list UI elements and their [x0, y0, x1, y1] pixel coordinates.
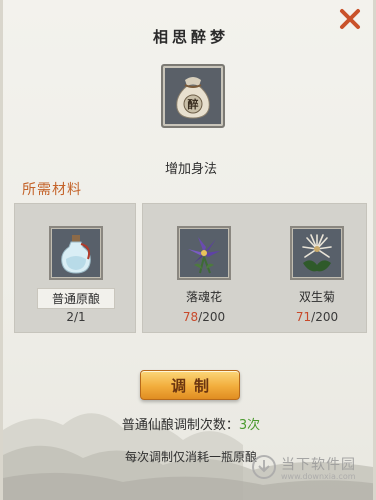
material-count-shuangshengju: 71/200 — [295, 310, 339, 324]
herb-materials-panel: 落魂花 78/200 双生菊 71/200 — [142, 203, 367, 333]
craft-count: 普通仙酿调制次数：3次 — [3, 414, 373, 433]
item-effect: 增加身法 — [164, 162, 217, 177]
dialog-title: 相思醉梦 — [152, 28, 229, 46]
item-glyph: 醉 — [188, 97, 199, 111]
spirit-flask-icon — [52, 229, 100, 277]
material-count-luohunhua: 78/200 — [182, 310, 226, 324]
result-item-slot[interactable]: 醉 — [161, 64, 225, 128]
material-name-luohunhua: 落魂花 — [185, 290, 222, 304]
white-chrysanthemum-icon — [293, 229, 341, 277]
wine-pouch-icon: 醉 — [165, 68, 221, 124]
site-watermark: 当下软件园 www.downxia.com — [251, 450, 361, 484]
required-materials-label: 所需材料 — [22, 182, 82, 198]
crafting-dialog: 相思醉梦 醉 增加身法 所需材料 普通原酿 2/1 落魂花 78/200 双生菊… — [0, 0, 376, 500]
material-slot-base[interactable] — [49, 226, 103, 280]
watermark-logo-icon — [252, 455, 276, 479]
material-name-base: 普通原酿 — [37, 288, 115, 309]
material-count-base: 2/1 — [66, 310, 86, 324]
material-name-shuangshengju: 双生菊 — [298, 290, 335, 304]
material-slot-luohunhua[interactable] — [177, 226, 231, 280]
craft-count-value: 3次 — [238, 418, 261, 433]
watermark-text: 当下软件园 — [281, 457, 356, 473]
material-slot-shuangshengju[interactable] — [290, 226, 344, 280]
purple-flower-icon — [180, 229, 228, 277]
base-material-panel: 普通原酿 2/1 — [14, 203, 136, 333]
craft-count-label: 普通仙酿调制次数： — [121, 418, 239, 433]
craft-button[interactable]: 调制 — [140, 370, 240, 400]
watermark-url: www.downxia.com — [281, 472, 356, 481]
